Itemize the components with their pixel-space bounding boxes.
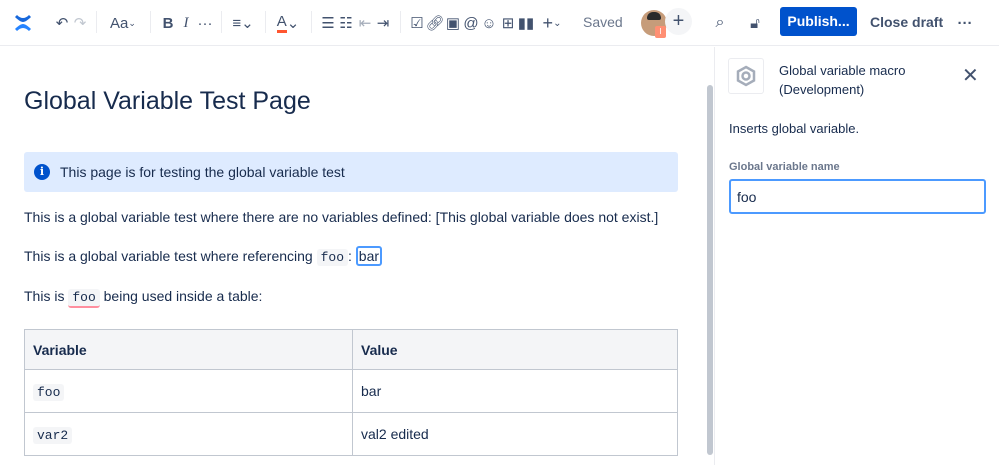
editor-content[interactable]: Global Variable Test Page i This page is …: [0, 47, 714, 465]
insert-dropdown-icon[interactable]: + ⌄: [538, 12, 566, 34]
bold-button[interactable]: B: [160, 12, 176, 34]
text: This is a global variable test where ref…: [24, 248, 317, 264]
text: :: [348, 248, 356, 264]
inline-code: foo: [33, 383, 65, 401]
info-icon: i: [34, 164, 50, 180]
mention-icon[interactable]: @: [463, 12, 479, 34]
action-item-icon[interactable]: ☑: [409, 12, 425, 34]
macro-title-line: (Development): [779, 82, 865, 97]
numbered-list-icon[interactable]: ☷: [338, 12, 354, 34]
text-style-dropdown[interactable]: Aa ⌄: [108, 12, 138, 34]
field-label: Global variable name: [729, 161, 840, 173]
paragraph[interactable]: This is a global variable test where ref…: [24, 246, 383, 266]
paragraph[interactable]: This is foo being used inside a table:: [24, 288, 263, 308]
publish-button[interactable]: Publish...: [780, 7, 857, 36]
table-cell[interactable]: val2 edited: [352, 412, 678, 456]
page-title[interactable]: Global Variable Test Page: [24, 87, 311, 116]
emoji-icon[interactable]: ☺: [481, 12, 497, 34]
table-cell[interactable]: bar: [352, 369, 678, 413]
search-icon[interactable]: ⌕: [710, 12, 730, 34]
table-row: foo bar: [24, 369, 678, 413]
outdent-icon[interactable]: ⇤: [357, 12, 373, 34]
text: This is: [24, 288, 69, 304]
macro-hexagon-icon: [728, 58, 764, 94]
table-cell[interactable]: var2: [24, 412, 353, 456]
macro-title-line: Global variable macro: [779, 63, 906, 78]
text-style-label: Aa: [110, 14, 129, 32]
indent-icon[interactable]: ⇥: [375, 12, 391, 34]
variables-table[interactable]: Variable Value foo bar var2 val2 edited: [24, 329, 678, 456]
chevron-down-icon: ⌄: [128, 17, 136, 28]
scrollbar[interactable]: [707, 85, 713, 455]
global-variable-macro[interactable]: bar: [355, 246, 383, 266]
image-icon[interactable]: ▣: [445, 12, 461, 34]
info-panel[interactable]: i This page is for testing the global var…: [24, 152, 678, 192]
undo-icon[interactable]: ↶: [53, 12, 71, 34]
close-draft-button[interactable]: Close draft: [870, 14, 943, 30]
more-icon[interactable]: ···: [955, 12, 975, 34]
macro-config-panel: Global variable macro (Development) ✕ Ins…: [714, 47, 999, 465]
bullet-list-icon[interactable]: ☰: [320, 12, 336, 34]
text-color-dropdown-icon[interactable]: A ⌄: [274, 12, 302, 34]
macro-description: Inserts global variable.: [729, 121, 860, 136]
table-row: var2 val2 edited: [24, 412, 678, 456]
save-status: Saved: [583, 14, 623, 30]
table-icon[interactable]: ⊞: [500, 12, 516, 34]
paragraph[interactable]: This is a global variable test where the…: [24, 209, 658, 225]
macro-title: Global variable macro (Development): [779, 61, 905, 99]
info-text: This page is for testing the global vari…: [60, 164, 345, 180]
table-header-row: Variable Value: [24, 329, 678, 370]
layout-icon[interactable]: ▮▮: [517, 12, 535, 34]
global-variable-name-input[interactable]: [729, 179, 986, 214]
inline-code: foo: [68, 289, 100, 308]
text: being used inside a table:: [99, 288, 263, 304]
invite-button[interactable]: +: [665, 8, 692, 35]
link-icon[interactable]: 🔗︎: [425, 12, 444, 34]
close-icon[interactable]: ✕: [962, 63, 979, 88]
inline-code: foo: [316, 249, 348, 266]
unlock-icon[interactable]: 🔓︎: [745, 12, 765, 34]
inline-code: var2: [33, 426, 73, 444]
redo-icon[interactable]: ↷: [71, 12, 89, 34]
avatar-badge: I: [655, 26, 666, 38]
confluence-logo-icon[interactable]: [12, 12, 34, 34]
table-cell[interactable]: foo: [24, 369, 353, 413]
italic-button[interactable]: I: [178, 12, 194, 34]
more-formatting-icon[interactable]: ···: [196, 12, 214, 34]
editor-toolbar: ↶ ↷ Aa ⌄ B I ··· ≡⌄ A ⌄ ☰ ☷ ⇤ ⇥ ☑ 🔗︎ ▣ @ ☺…: [0, 0, 999, 46]
table-header[interactable]: Value: [352, 329, 678, 370]
alignment-dropdown-icon[interactable]: ≡⌄: [229, 12, 257, 34]
table-header[interactable]: Variable: [24, 329, 353, 370]
